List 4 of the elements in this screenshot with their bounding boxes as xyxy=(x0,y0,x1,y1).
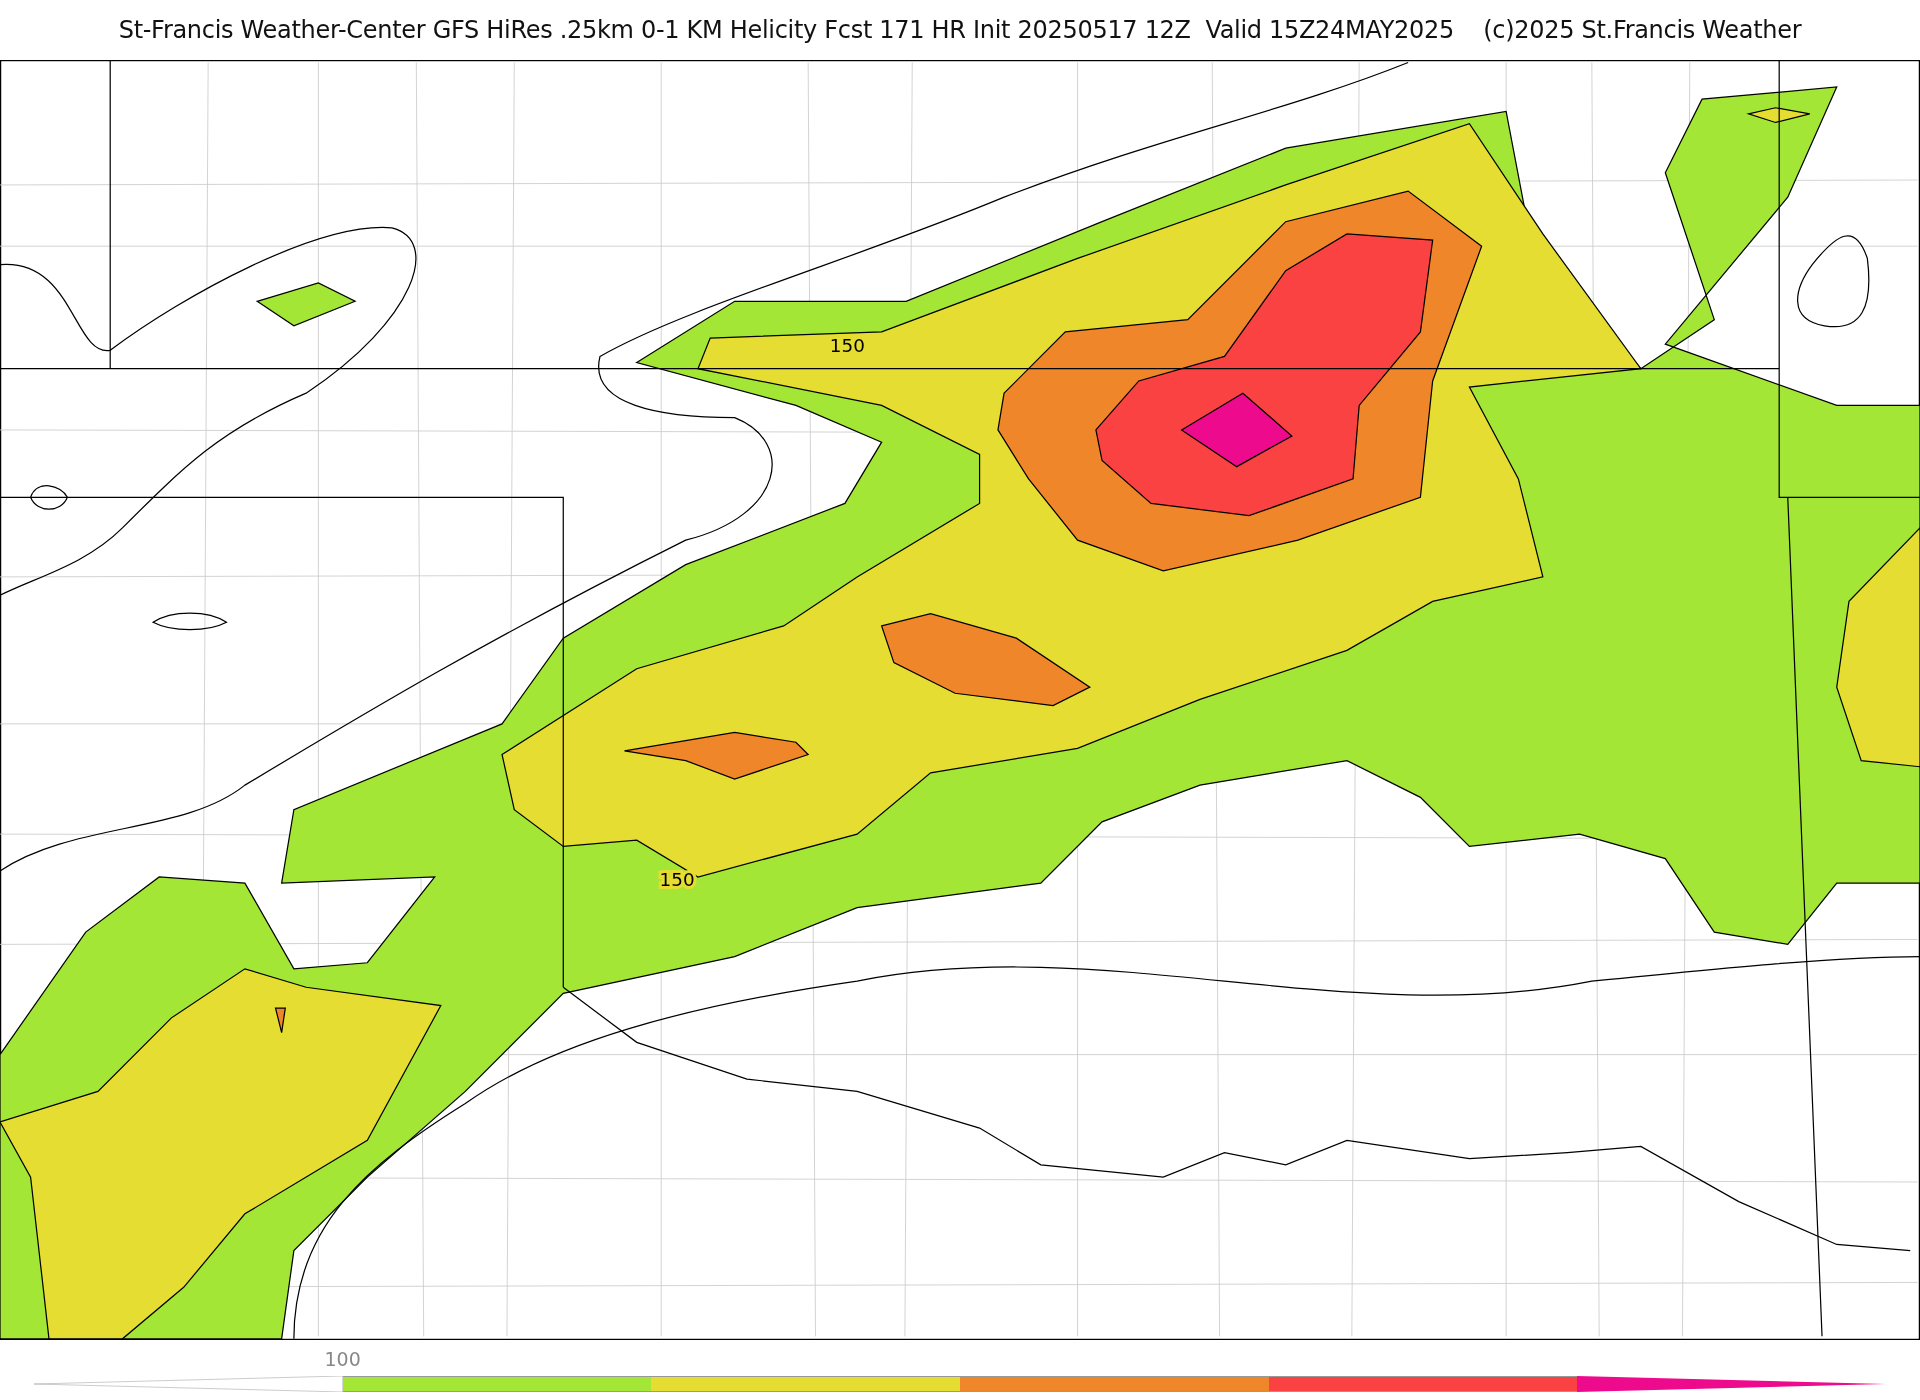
map-title: St-Francis Weather-Center GFS HiRes .25km 0-1 KM Helicity Fcst 171 HR Init 20250517 12Z Valid 15Z24MAY2025 (c)2025 St.Francis Weather xyxy=(118,16,1802,44)
colorbar-tick-label: 100 xyxy=(324,1348,361,1370)
contour-label: 150 xyxy=(829,334,865,356)
contour-label: 150 xyxy=(659,868,695,890)
